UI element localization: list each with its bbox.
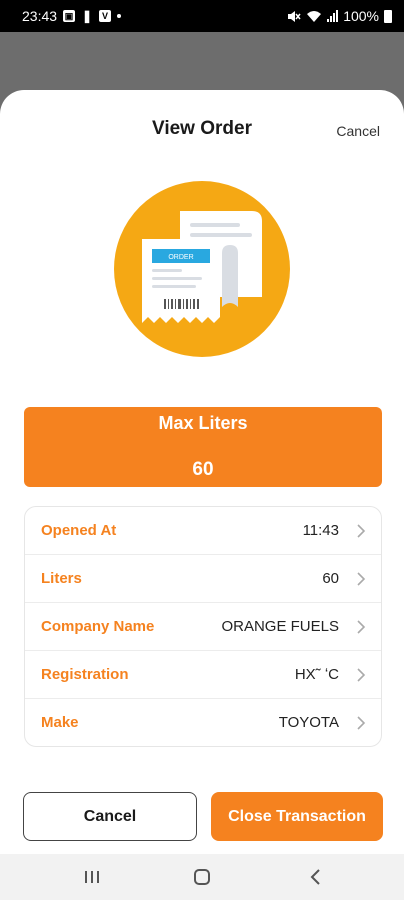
detail-value: TOYOTA	[278, 714, 339, 731]
back-line	[190, 233, 252, 237]
detail-row-make[interactable]: Make TOYOTA	[25, 699, 381, 746]
detail-label: Registration	[41, 666, 129, 683]
status-left: 23:43 ▣ ❚ V	[22, 8, 122, 24]
detail-label: Opened At	[41, 522, 117, 539]
detail-label: Company Name	[41, 618, 155, 635]
status-right: 100%	[287, 8, 392, 24]
order-details-list: Opened At 11:43 Liters 60 Company Name O…	[24, 506, 382, 747]
max-liters-label: Max Liters	[158, 413, 248, 433]
detail-row-opened-at[interactable]: Opened At 11:43	[25, 507, 381, 554]
detail-row-liters[interactable]: Liters 60	[25, 555, 381, 602]
detail-label: Make	[41, 714, 79, 731]
home-icon[interactable]	[190, 866, 214, 888]
v-app-icon: V	[99, 10, 112, 22]
front-line	[152, 277, 202, 280]
status-bar: 23:43 ▣ ❚ V 100%	[0, 0, 404, 32]
chevron-right-icon	[357, 571, 366, 586]
order-receipt-illustration: ORDER	[114, 181, 290, 357]
chevron-right-icon	[357, 523, 366, 538]
front-line	[152, 285, 196, 288]
battery-percent: 100%	[343, 8, 379, 24]
system-nav-bar	[0, 854, 404, 900]
recents-icon[interactable]	[80, 866, 104, 888]
gallery-icon: ▣	[63, 10, 76, 22]
detail-row-registration[interactable]: Registration HX˜ ʻC	[25, 651, 381, 698]
detail-value: 60	[322, 570, 339, 587]
vibrate-icon: ❚	[82, 9, 93, 23]
detail-label: Liters	[41, 570, 82, 587]
cancel-link[interactable]: Cancel	[336, 123, 380, 139]
chevron-right-icon	[357, 667, 366, 682]
max-liters-value: 60	[192, 459, 214, 480]
detail-value: HX˜ ʻC	[294, 666, 339, 683]
receipt-tag-text: ORDER	[168, 254, 193, 261]
back-line	[190, 223, 240, 227]
detail-row-company-name[interactable]: Company Name ORANGE FUELS	[25, 603, 381, 650]
status-time: 23:43	[22, 8, 58, 24]
dot-icon	[117, 14, 122, 18]
view-order-sheet: View Order Cancel ORDER Max Liters 60 Op…	[0, 90, 404, 854]
mute-icon	[288, 10, 301, 22]
wifi-icon	[307, 10, 322, 22]
front-line	[152, 269, 182, 272]
back-icon[interactable]	[304, 866, 328, 888]
chevron-right-icon	[357, 619, 366, 634]
battery-icon	[384, 9, 392, 23]
detail-value: ORANGE FUELS	[221, 618, 339, 635]
chevron-right-icon	[357, 715, 366, 730]
cancel-button[interactable]: Cancel	[23, 792, 197, 841]
receipt-roll-shadow	[222, 245, 238, 307]
detail-value: 11:43	[302, 522, 339, 539]
signal-icon	[327, 10, 339, 22]
close-transaction-button[interactable]: Close Transaction	[211, 792, 383, 841]
max-liters-card: Max Liters 60	[24, 407, 382, 487]
